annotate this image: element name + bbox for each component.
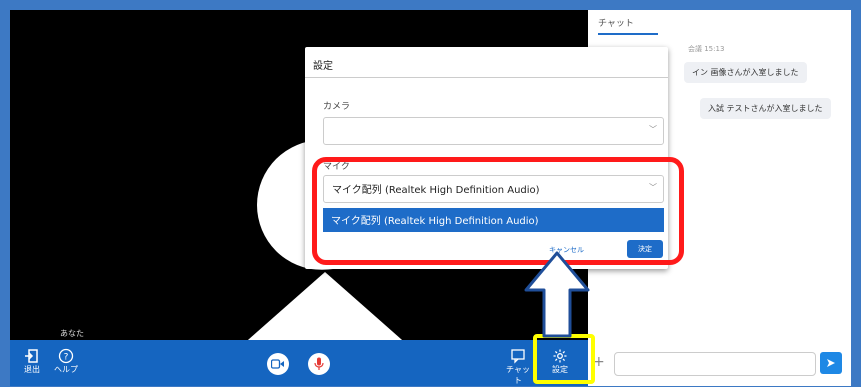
camera-select[interactable]: ﹀ <box>323 117 664 145</box>
settings-highlight-box <box>533 334 595 384</box>
help-button[interactable]: ? ヘルプ <box>52 348 80 375</box>
chevron-down-icon: ﹀ <box>649 125 657 134</box>
send-icon <box>827 359 835 367</box>
chat-input[interactable] <box>614 352 816 376</box>
avatar-body <box>240 272 410 347</box>
help-label: ヘルプ <box>54 365 78 374</box>
chat-icon <box>511 349 525 364</box>
meeting-toolbar: 退出 ? ヘルプ チャット 設定 <box>10 340 588 386</box>
participant-label: あなた <box>60 329 84 338</box>
up-arrow-annotation <box>524 251 590 338</box>
dialog-divider <box>305 77 668 78</box>
dialog-title: 設定 <box>313 61 333 72</box>
camera-label: カメラ <box>323 102 351 112</box>
chat-label: チャット <box>506 365 530 385</box>
camera-toggle-button[interactable] <box>267 353 289 375</box>
chat-message: イン 画像さんが入室しました <box>684 62 807 83</box>
chat-button[interactable]: チャット <box>503 348 533 386</box>
tab-chat[interactable]: チャット <box>598 16 658 35</box>
chat-meta: 会議 15:13 <box>688 45 725 53</box>
chat-message: 入試 テストさんが入室しました <box>700 98 831 119</box>
mic-highlight-box <box>312 157 684 265</box>
mic-toggle-button[interactable] <box>308 353 330 375</box>
help-icon: ? <box>58 348 74 364</box>
send-button[interactable] <box>820 352 842 374</box>
chat-input-bar: + <box>588 340 851 386</box>
leave-button[interactable]: 退出 <box>20 348 44 375</box>
svg-text:?: ? <box>64 353 69 363</box>
video-camera-icon <box>271 359 284 369</box>
microphone-icon <box>314 357 324 370</box>
leave-label: 退出 <box>24 365 40 374</box>
exit-icon <box>25 349 38 363</box>
